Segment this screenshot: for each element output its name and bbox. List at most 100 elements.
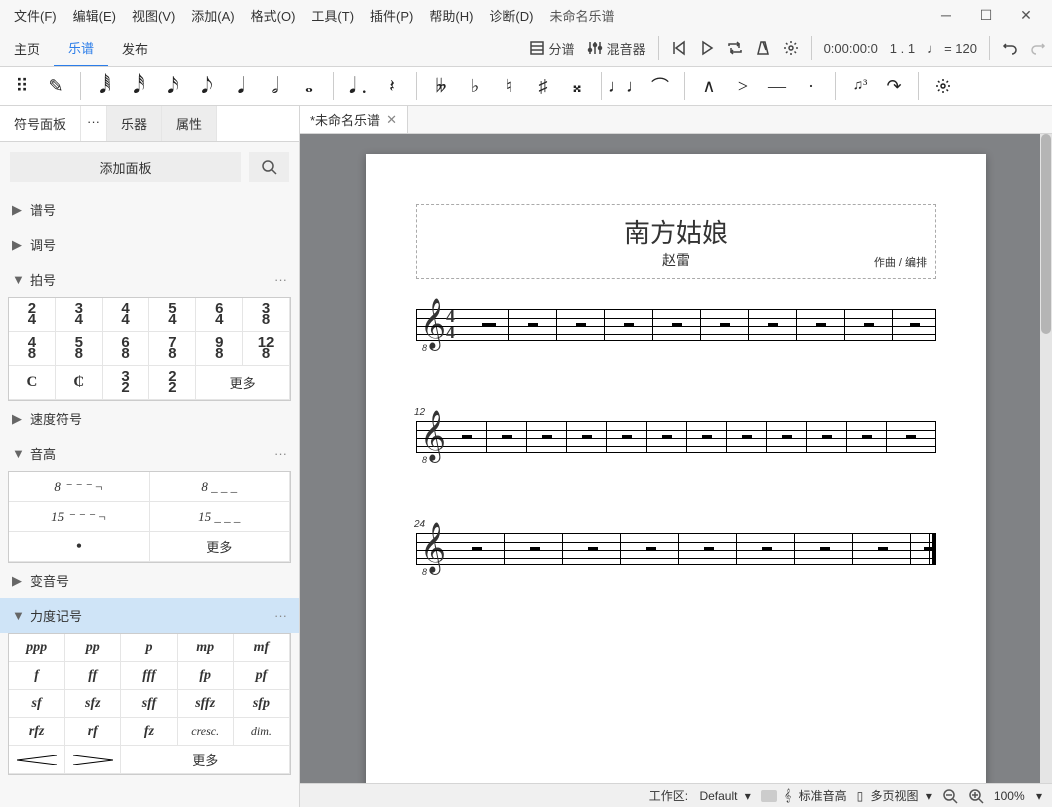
score-subtitle[interactable]: 赵雷 bbox=[425, 250, 927, 270]
play-button[interactable] bbox=[693, 34, 721, 62]
note-32nd[interactable]: 𝅘𝅥𝅰 bbox=[125, 72, 153, 100]
redo-button[interactable] bbox=[1024, 34, 1052, 62]
dynamics-item[interactable]: mf bbox=[234, 634, 290, 662]
palette-scroll[interactable]: ▶谱号 ▶调号 ▼拍号··· 24 34 44 54 64 38 48 58 6… bbox=[0, 192, 299, 807]
tab-palette[interactable]: 符号面板 bbox=[0, 106, 81, 141]
section-pitch-menu[interactable]: ··· bbox=[274, 446, 287, 461]
timesig-more[interactable]: 更多 bbox=[196, 366, 290, 400]
note-half[interactable]: 𝅗𝅥 bbox=[261, 72, 289, 100]
tab-palette-more[interactable]: ··· bbox=[81, 106, 107, 141]
pitch-item[interactable]: • bbox=[9, 532, 150, 562]
close-button[interactable]: ✕ bbox=[1006, 1, 1046, 29]
staff-system-2[interactable]: 12 𝄞 bbox=[416, 421, 936, 453]
tuplet-icon[interactable]: ♫³ bbox=[846, 72, 874, 100]
timesig-item[interactable]: 38 bbox=[243, 298, 290, 332]
dynamics-item[interactable]: fff bbox=[121, 662, 177, 690]
section-time-menu[interactable]: ··· bbox=[274, 272, 287, 287]
timesig-item[interactable]: 32 bbox=[103, 366, 150, 400]
dynamics-item[interactable]: sfp bbox=[234, 690, 290, 718]
dynamics-item[interactable]: sffz bbox=[178, 690, 234, 718]
section-pitch[interactable]: ▼音高··· bbox=[0, 436, 299, 471]
section-accidentals[interactable]: ▶变音号 bbox=[0, 563, 299, 598]
tab-score[interactable]: 乐谱 bbox=[54, 30, 108, 67]
scrollbar-thumb[interactable] bbox=[1041, 134, 1051, 334]
pitch-item[interactable]: 15 ⁻ ⁻ ⁻ ¬ bbox=[9, 502, 150, 532]
tenuto-icon[interactable]: — bbox=[763, 72, 791, 100]
hairpin-decresc[interactable] bbox=[65, 746, 121, 774]
pencil-icon[interactable]: ✎ bbox=[42, 72, 70, 100]
note-whole[interactable]: 𝅝 bbox=[295, 72, 323, 100]
handle-icon[interactable]: ⠿ bbox=[8, 72, 36, 100]
flat-icon[interactable]: ♭ bbox=[461, 72, 489, 100]
concert-pitch-toggle[interactable]: 𝄞 标准音高 bbox=[761, 787, 847, 804]
timesig-item[interactable]: 128 bbox=[243, 332, 290, 366]
timesig-item[interactable]: 54 bbox=[149, 298, 196, 332]
tab-publish[interactable]: 发布 bbox=[108, 31, 162, 66]
timesig-item[interactable]: 44 bbox=[103, 298, 150, 332]
dynamics-more[interactable]: 更多 bbox=[121, 746, 290, 774]
score-title[interactable]: 南方姑娘 bbox=[425, 213, 927, 250]
dynamics-item[interactable]: ff bbox=[65, 662, 121, 690]
flip-icon[interactable]: ↷ bbox=[880, 72, 908, 100]
marcato-icon[interactable]: ∧ bbox=[695, 72, 723, 100]
undo-button[interactable] bbox=[996, 34, 1024, 62]
parts-button[interactable]: 分谱 bbox=[523, 33, 581, 64]
mixer-button[interactable]: 混音器 bbox=[581, 33, 652, 64]
natural-icon[interactable]: ♮ bbox=[495, 72, 523, 100]
dynamics-item[interactable]: p bbox=[121, 634, 177, 662]
dynamics-item[interactable]: pp bbox=[65, 634, 121, 662]
score-scroll[interactable]: 南方姑娘 赵雷 作曲 / 编排 𝄞 44 bbox=[300, 134, 1052, 783]
dynamics-item[interactable]: pf bbox=[234, 662, 290, 690]
pitch-item[interactable]: 15 _ _ _ bbox=[150, 502, 291, 532]
zoom-display[interactable]: 100% ▾ bbox=[994, 789, 1042, 803]
dynamics-item[interactable]: fp bbox=[178, 662, 234, 690]
slur-icon[interactable]: ⌒ bbox=[646, 72, 674, 100]
add-panel-button[interactable]: 添加面板 bbox=[10, 152, 241, 182]
workspace-selector[interactable]: 工作区: Default ▾ bbox=[649, 787, 751, 804]
pitch-item[interactable]: 8 ⁻ ⁻ ⁻ ¬ bbox=[9, 472, 150, 502]
doc-tab[interactable]: *未命名乐谱 ✕ bbox=[300, 106, 408, 133]
section-dynamics-menu[interactable]: ··· bbox=[274, 608, 287, 623]
dynamics-item[interactable]: dim. bbox=[234, 718, 290, 746]
timesig-item[interactable]: C bbox=[9, 366, 56, 400]
section-time[interactable]: ▼拍号··· bbox=[0, 262, 299, 297]
dynamics-item[interactable]: fz bbox=[121, 718, 177, 746]
staff-system-3[interactable]: 24 𝄞 8 bbox=[416, 533, 936, 565]
tie-icon[interactable]: ♩♩ bbox=[612, 72, 640, 100]
vertical-scrollbar[interactable] bbox=[1040, 134, 1052, 783]
section-key[interactable]: ▶调号 bbox=[0, 227, 299, 262]
tempo-display[interactable]: ♩ = 120 bbox=[921, 35, 983, 62]
tab-instruments[interactable]: 乐器 bbox=[107, 106, 162, 141]
section-tempo[interactable]: ▶速度符号 bbox=[0, 401, 299, 436]
menu-help[interactable]: 帮助(H) bbox=[421, 2, 481, 29]
dynamics-item[interactable]: sf bbox=[9, 690, 65, 718]
menu-tools[interactable]: 工具(T) bbox=[303, 2, 362, 29]
dynamics-item[interactable]: f bbox=[9, 662, 65, 690]
dynamics-item[interactable]: sfz bbox=[65, 690, 121, 718]
menu-edit[interactable]: 编辑(E) bbox=[65, 2, 124, 29]
timesig-item[interactable]: 78 bbox=[149, 332, 196, 366]
note-64th[interactable]: 𝅘𝅥𝅱 bbox=[91, 72, 119, 100]
hairpin-cresc[interactable] bbox=[9, 746, 65, 774]
accent-icon[interactable]: > bbox=[729, 72, 757, 100]
timesig-item[interactable]: 98 bbox=[196, 332, 243, 366]
menu-add[interactable]: 添加(A) bbox=[183, 2, 242, 29]
rest-icon[interactable]: 𝄽 bbox=[378, 72, 406, 100]
dynamics-item[interactable]: sff bbox=[121, 690, 177, 718]
rewind-button[interactable] bbox=[665, 34, 693, 62]
dynamics-item[interactable]: mp bbox=[178, 634, 234, 662]
timesig-item[interactable]: 48 bbox=[9, 332, 56, 366]
dynamics-item[interactable]: rf bbox=[65, 718, 121, 746]
time-signature[interactable]: 44 bbox=[446, 308, 455, 340]
staff-system-1[interactable]: 𝄞 44 8 bbox=[416, 309, 936, 341]
tab-home[interactable]: 主页 bbox=[0, 31, 54, 66]
loop-button[interactable] bbox=[721, 34, 749, 62]
toolbar-settings-icon[interactable] bbox=[929, 72, 957, 100]
menu-diagnostics[interactable]: 诊断(D) bbox=[481, 2, 541, 29]
menu-format[interactable]: 格式(O) bbox=[243, 2, 304, 29]
search-button[interactable] bbox=[249, 152, 289, 182]
dynamics-item[interactable]: ppp bbox=[9, 634, 65, 662]
time-display[interactable]: 0:00:00:0 bbox=[818, 35, 884, 62]
view-mode-selector[interactable]: ▯ 多页视图 ▾ bbox=[857, 787, 932, 804]
menu-view[interactable]: 视图(V) bbox=[124, 2, 183, 29]
